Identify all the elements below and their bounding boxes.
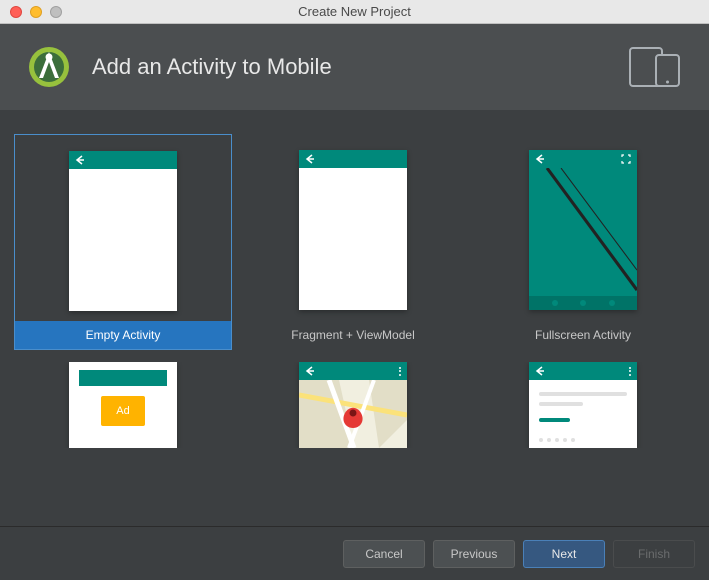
kebab-icon [629,367,631,376]
template-admob-ads[interactable]: Ad [14,362,232,448]
finish-button: Finish [613,540,695,568]
template-preview [299,362,407,448]
android-studio-logo-icon [28,46,70,88]
template-preview [299,150,407,310]
previous-button[interactable]: Previous [433,540,515,568]
wizard-footer: Cancel Previous Next Finish [0,526,709,580]
back-arrow-icon [535,154,545,164]
template-label: Empty Activity [86,328,161,342]
template-empty-activity[interactable]: Empty Activity [14,134,232,350]
template-login-activity[interactable] [474,362,692,448]
page-title: Add an Activity to Mobile [92,54,332,80]
back-arrow-icon [75,155,85,165]
template-preview [69,151,177,311]
template-fragment-viewmodel[interactable]: Fragment + ViewModel [244,134,462,350]
template-preview [529,362,637,448]
window-body: Add an Activity to Mobile Empty Activity [0,24,709,580]
template-preview: Ad [69,362,177,448]
ad-badge: Ad [101,396,145,426]
fullscreen-icon [621,154,631,164]
kebab-icon [399,367,401,376]
template-fullscreen-activity[interactable]: Fullscreen Activity [474,134,692,350]
window-title: Create New Project [0,4,709,19]
template-label: Fragment + ViewModel [291,328,415,342]
wizard-header: Add an Activity to Mobile [0,24,709,110]
template-grid: Empty Activity Fragment + ViewModel [0,110,709,526]
template-label: Fullscreen Activity [535,328,631,342]
device-type-icon [629,47,681,87]
nav-bar-icon [529,296,637,310]
title-bar: Create New Project [0,0,709,24]
cancel-button[interactable]: Cancel [343,540,425,568]
template-preview [529,150,637,310]
back-arrow-icon [305,154,315,164]
back-arrow-icon [305,366,315,376]
template-google-maps[interactable] [244,362,462,448]
next-button[interactable]: Next [523,540,605,568]
back-arrow-icon [535,366,545,376]
